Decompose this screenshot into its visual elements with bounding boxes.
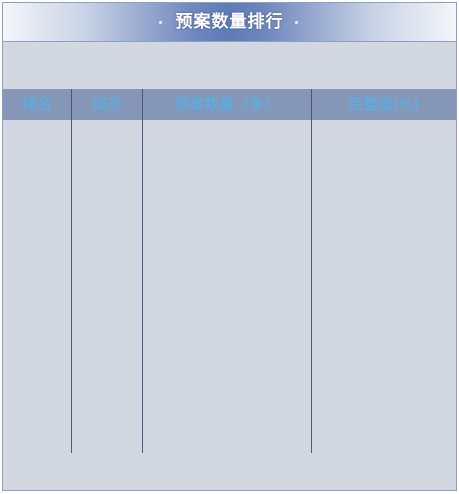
column-header-rank[interactable]: 排名 <box>3 89 71 120</box>
plan-count-ranking-panel: 预案数量排行 排名 城市 预案数量（条） 完整度(%) <box>2 2 457 491</box>
column-header-plan-count[interactable]: 预案数量（条） <box>142 89 311 120</box>
panel-title-bar: 预案数量排行 <box>3 3 456 42</box>
panel-title: 预案数量排行 <box>175 12 284 32</box>
column-header-completeness[interactable]: 完整度(%) <box>311 89 456 120</box>
title-dot-right-icon <box>295 21 298 24</box>
ranking-table-body <box>3 120 456 453</box>
column-header-city[interactable]: 城市 <box>71 89 142 120</box>
